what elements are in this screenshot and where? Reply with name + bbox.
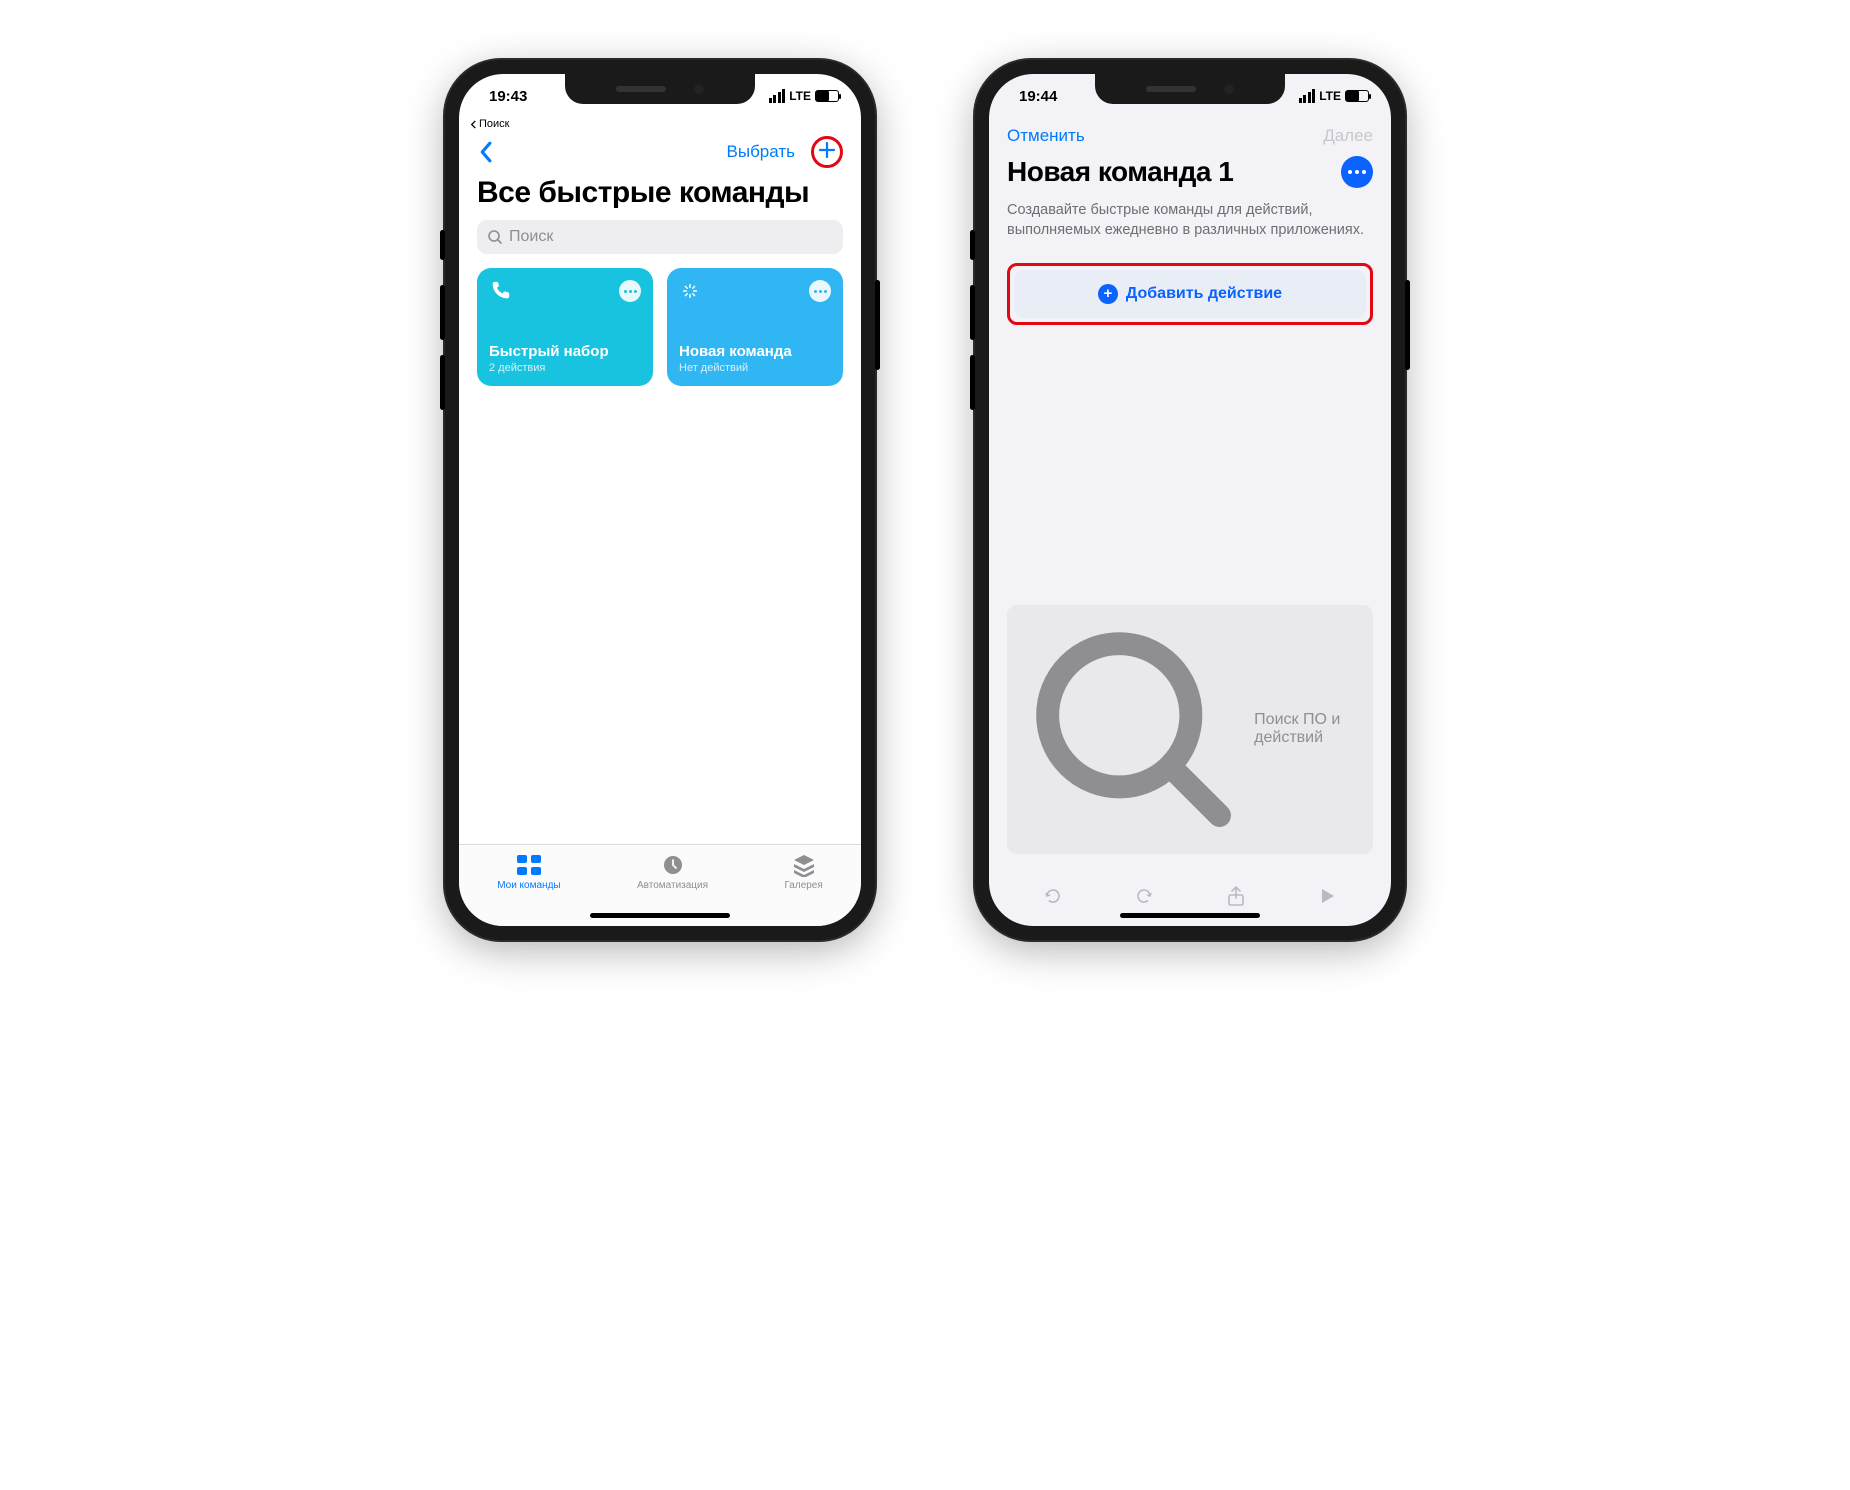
tab-label: Автоматизация (637, 880, 708, 891)
select-button[interactable]: Выбрать (727, 142, 795, 162)
tab-gallery[interactable]: Галерея (784, 853, 822, 926)
network-label: LTE (1319, 89, 1341, 103)
grid-icon (516, 853, 542, 877)
breadcrumb-label: Поиск (479, 118, 509, 130)
page-title: Новая команда 1 (1007, 156, 1233, 188)
add-action-highlight: + Добавить действие (1007, 263, 1373, 325)
search-placeholder: Поиск (509, 228, 553, 246)
search-placeholder: Поиск ПО и действий (1254, 711, 1361, 747)
card-menu-button[interactable] (619, 280, 641, 302)
home-indicator[interactable] (1120, 913, 1260, 918)
next-button[interactable]: Далее (1323, 126, 1373, 146)
card-title: Быстрый набор (489, 343, 641, 360)
card-subtitle: Нет действий (679, 362, 831, 374)
phone-icon (489, 280, 511, 307)
notch (565, 74, 755, 104)
plus-icon (818, 141, 836, 159)
more-button[interactable] (1341, 156, 1373, 188)
card-title: Новая команда (679, 343, 831, 360)
tab-label: Галерея (784, 880, 822, 891)
battery-icon (1345, 90, 1369, 102)
status-time: 19:43 (489, 88, 527, 105)
notch (1095, 74, 1285, 104)
play-button[interactable] (1316, 885, 1338, 912)
wand-icon (679, 280, 701, 307)
cancel-button[interactable]: Отменить (1007, 126, 1085, 146)
stack-icon (791, 853, 817, 877)
phone-left: 19:43 LTE Поиск Выбрать (445, 60, 875, 940)
card-subtitle: 2 действия (489, 362, 641, 374)
description-text: Создавайте быстрые команды для действий,… (989, 196, 1391, 263)
add-button[interactable] (818, 141, 836, 164)
add-action-label: Добавить действие (1126, 285, 1282, 303)
nav-bar: Выбрать (459, 130, 861, 172)
signal-icon (1299, 89, 1316, 103)
share-button[interactable] (1225, 885, 1247, 912)
search-icon (1019, 615, 1248, 844)
phone-right: 19:44 LTE Отменить Далее Новая команда 1… (975, 60, 1405, 940)
redo-button[interactable] (1133, 885, 1155, 912)
status-time: 19:44 (1019, 88, 1057, 105)
battery-icon (815, 90, 839, 102)
search-icon (487, 229, 503, 245)
signal-icon (769, 89, 786, 103)
add-highlight (811, 136, 843, 168)
clock-icon (660, 853, 686, 877)
shortcut-card-speed-dial[interactable]: Быстрый набор 2 действия (477, 268, 653, 386)
plus-icon: + (1098, 284, 1118, 304)
shortcut-card-new-command[interactable]: Новая команда Нет действий (667, 268, 843, 386)
home-indicator[interactable] (590, 913, 730, 918)
page-title: Все быстрые команды (459, 172, 861, 220)
card-menu-button[interactable] (809, 280, 831, 302)
add-action-button[interactable]: + Добавить действие (1014, 270, 1366, 318)
search-input[interactable]: Поиск (477, 220, 843, 254)
search-actions-input[interactable]: Поиск ПО и действий (1007, 605, 1373, 854)
back-button[interactable] (477, 141, 494, 163)
undo-button[interactable] (1042, 885, 1064, 912)
tab-label: Мои команды (497, 880, 560, 891)
breadcrumb[interactable]: Поиск (459, 118, 861, 130)
nav-bar: Отменить Далее (989, 118, 1391, 152)
tab-my-commands[interactable]: Мои команды (497, 853, 560, 926)
network-label: LTE (789, 89, 811, 103)
